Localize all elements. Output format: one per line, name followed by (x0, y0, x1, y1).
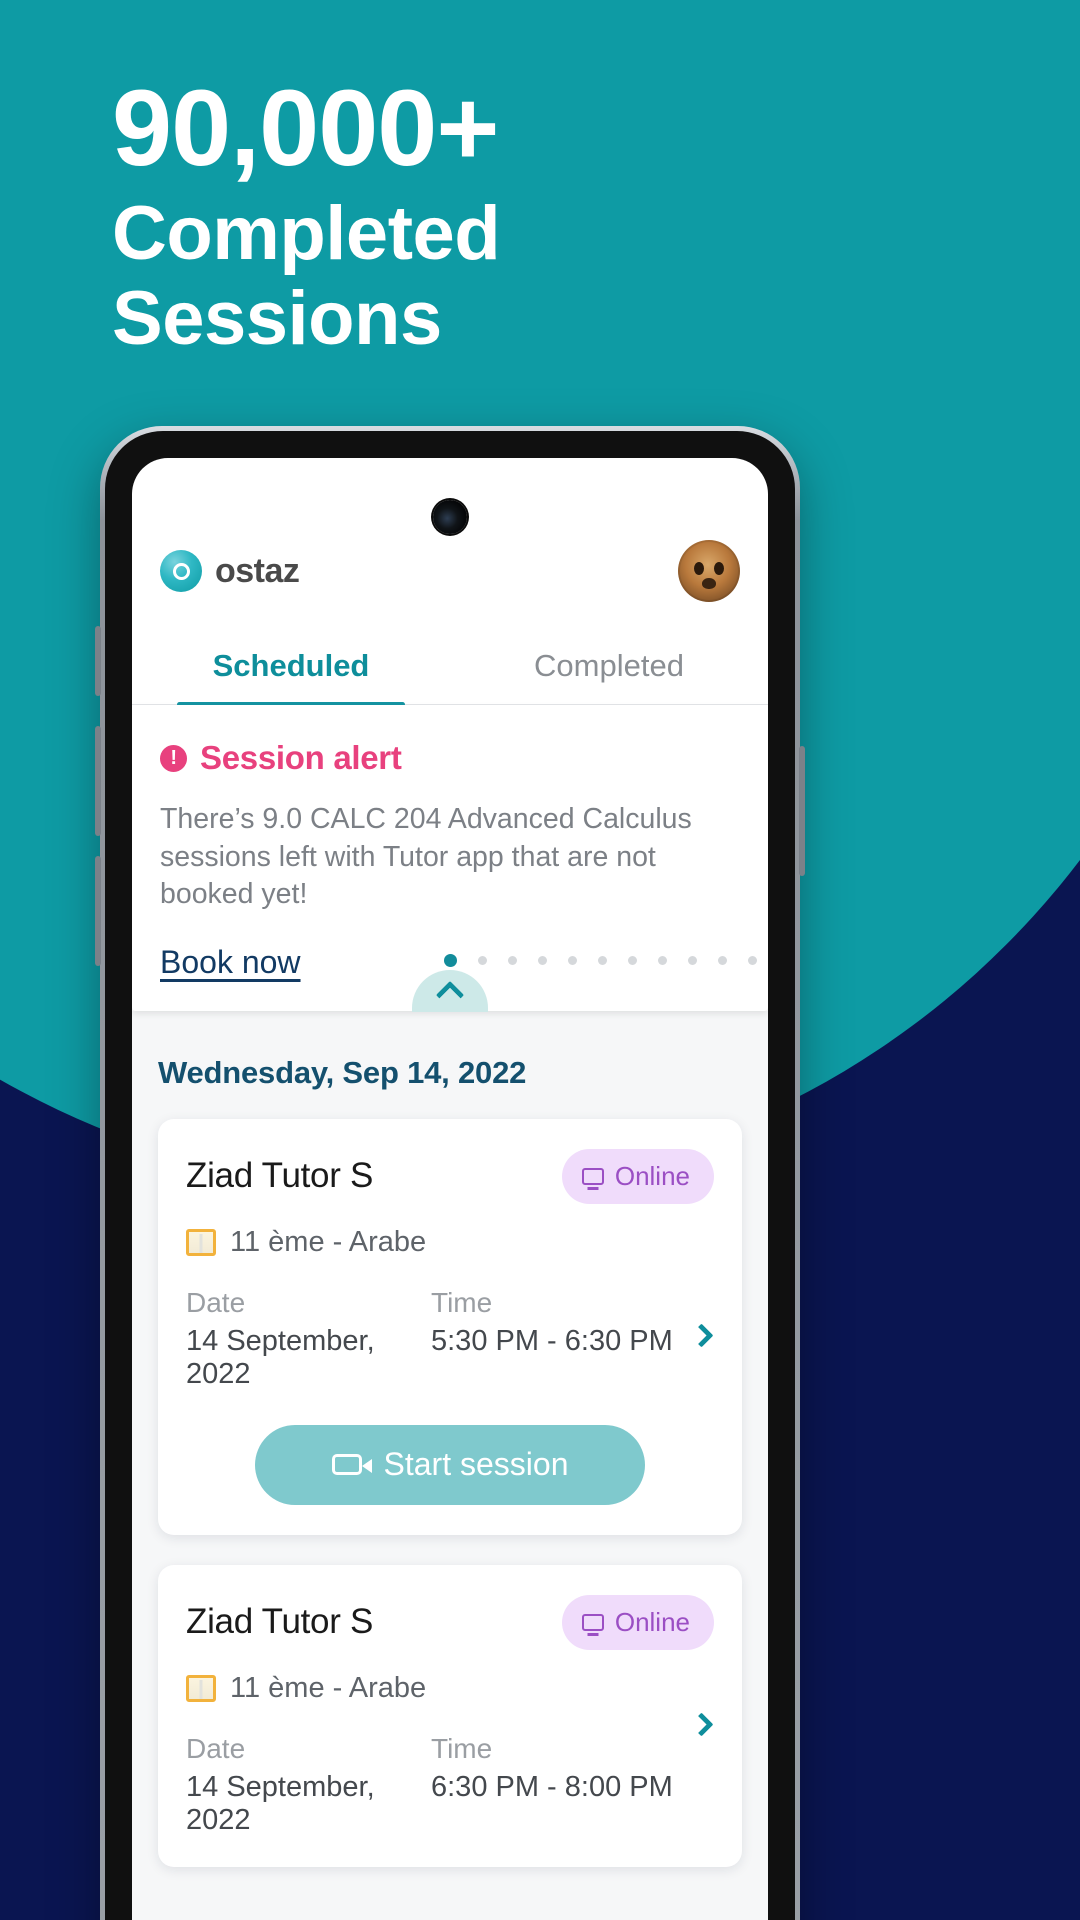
monitor-icon (581, 1167, 604, 1185)
carousel-dot[interactable] (598, 955, 607, 965)
carousel-dot[interactable] (478, 955, 487, 965)
promo-screenshot: 90,000+ Completed Sessions ostaz Schedul… (0, 0, 1080, 1920)
session-alert-body: There’s 9.0 CALC 204 Advanced Calculus s… (160, 803, 692, 911)
hero-headline-line3: Sessions (112, 276, 442, 362)
status-badge-label: Online (614, 1606, 690, 1637)
carousel-dot[interactable] (628, 955, 637, 965)
status-badge: Online (561, 1148, 714, 1204)
status-badge-label: Online (614, 1160, 690, 1191)
tab-bar: Scheduled Completed (132, 638, 768, 705)
alert-exclamation-icon: ! (160, 744, 187, 772)
hero-headline-line2: Completed (112, 191, 501, 277)
carousel-dot[interactable] (538, 955, 547, 965)
book-now-link[interactable]: Book now (160, 944, 301, 981)
phone-bezel: ostaz Scheduled Completed ! Session aler… (105, 431, 795, 1920)
phone-button-left-top[interactable] (95, 626, 101, 696)
session-meta: Date 14 September, 2022 Time 5:30 PM - 6… (186, 1287, 714, 1391)
session-card[interactable]: Ziad Tutor S Online 11 ème - Arabe Date … (158, 1118, 742, 1535)
front-camera-icon (433, 500, 467, 534)
subject-label: 11 ème - Arabe (230, 1671, 427, 1704)
carousel-dot[interactable] (658, 955, 667, 965)
session-alert-card: ! Session alert There’s 9.0 CALC 204 Adv… (132, 705, 768, 1012)
time-label: Time (431, 1732, 493, 1764)
date-column: Date 14 September, 2022 (186, 1733, 431, 1837)
phone-screen: ostaz Scheduled Completed ! Session aler… (132, 458, 768, 1920)
subject-row: 11 ème - Arabe (186, 1226, 714, 1259)
session-alert-title-row: ! Session alert (160, 739, 740, 777)
avatar[interactable] (678, 540, 740, 602)
phone-frame: ostaz Scheduled Completed ! Session aler… (95, 426, 805, 1920)
date-column: Date 14 September, 2022 (186, 1287, 431, 1391)
brand-logo[interactable]: ostaz (160, 550, 300, 592)
hero-copy: 90,000+ Completed Sessions (112, 67, 872, 362)
subject-row: 11 ème - Arabe (186, 1672, 714, 1705)
brand-name: ostaz (215, 551, 300, 590)
date-label: Date (186, 1286, 246, 1318)
tutor-name: Ziad Tutor S (186, 1156, 374, 1196)
carousel-dot[interactable] (568, 955, 577, 965)
phone-button-power[interactable] (799, 746, 805, 876)
start-session-button[interactable]: Start session (255, 1424, 645, 1505)
subject-label: 11 ème - Arabe (230, 1225, 427, 1258)
status-badge: Online (561, 1594, 714, 1650)
carousel-dot[interactable] (688, 955, 697, 965)
carousel-dot[interactable] (718, 955, 727, 965)
time-label: Time (431, 1286, 493, 1318)
ostaz-logo-icon (160, 550, 202, 592)
start-session-label: Start session (383, 1446, 569, 1483)
session-card-top: Ziad Tutor S Online (186, 1148, 714, 1204)
carousel-dots[interactable] (444, 953, 768, 967)
phone-button-volume-down[interactable] (95, 856, 101, 966)
phone-button-volume-up[interactable] (95, 726, 101, 836)
session-alert-title: Session alert (200, 739, 402, 776)
tutor-name: Ziad Tutor S (186, 1602, 374, 1642)
carousel-dot[interactable] (748, 955, 757, 965)
date-value: 14 September, 2022 (186, 1324, 375, 1390)
date-label: Date (186, 1732, 246, 1764)
time-column: Time 5:30 PM - 6:30 PM (431, 1287, 676, 1391)
open-book-icon (186, 1674, 216, 1702)
tab-completed[interactable]: Completed (450, 638, 768, 704)
time-value: 5:30 PM - 6:30 PM (431, 1324, 673, 1357)
video-camera-icon (331, 1454, 372, 1476)
time-column: Time 6:30 PM - 8:00 PM (431, 1733, 676, 1837)
open-book-icon (186, 1228, 216, 1256)
session-card[interactable]: Ziad Tutor S Online 11 ème - Arabe Date … (158, 1564, 742, 1867)
time-value: 6:30 PM - 8:00 PM (431, 1770, 673, 1803)
session-card-top: Ziad Tutor S Online (186, 1594, 714, 1650)
monitor-icon (581, 1613, 604, 1631)
date-value: 14 September, 2022 (186, 1770, 375, 1836)
session-meta: Date 14 September, 2022 Time 6:30 PM - 8… (186, 1733, 714, 1837)
session-list: Wednesday, Sep 14, 2022 Ziad Tutor S Onl… (132, 1010, 768, 1920)
day-header: Wednesday, Sep 14, 2022 (158, 1054, 527, 1090)
carousel-dot[interactable] (444, 953, 457, 967)
chevron-up-icon (435, 980, 465, 1009)
carousel-dot[interactable] (508, 955, 517, 965)
hero-headline-number: 90,000+ (112, 67, 499, 188)
tab-scheduled[interactable]: Scheduled (132, 638, 450, 704)
phone-mockup: ostaz Scheduled Completed ! Session aler… (95, 426, 805, 1920)
